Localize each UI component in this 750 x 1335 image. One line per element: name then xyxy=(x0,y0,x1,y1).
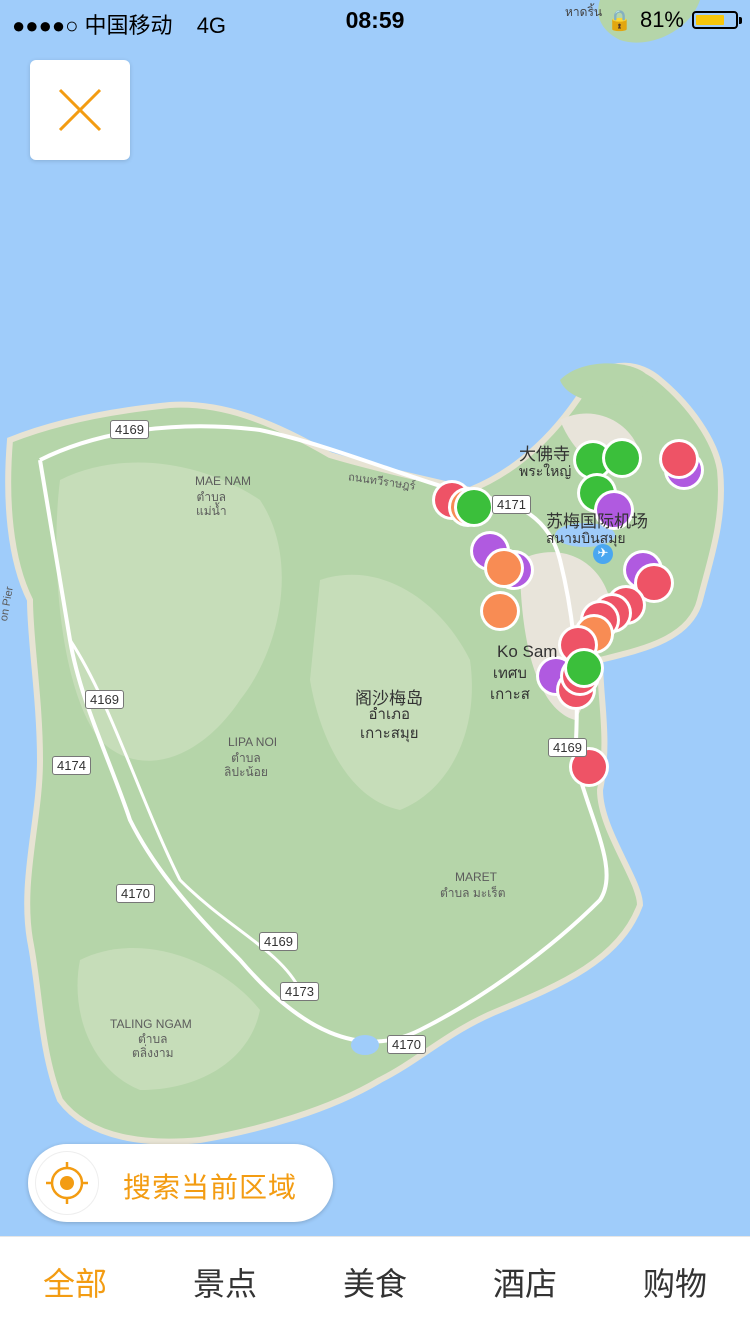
close-button[interactable] xyxy=(30,60,130,160)
status-bar: ●●●●○ 中国移动 4G 08:59 🔒 81% xyxy=(0,0,750,40)
tab-hotels[interactable]: 酒店 xyxy=(450,1237,600,1335)
island-north-cape xyxy=(560,363,651,405)
locate-button[interactable] xyxy=(36,1152,98,1214)
map-label-lipa-noi: LIPA NOI xyxy=(228,735,278,749)
road-badge: 4169 xyxy=(548,738,587,757)
search-current-area-label: 搜索当前区域 xyxy=(123,1171,298,1204)
map-view[interactable]: MAE NAM ตำบล แม่น้ำ 大佛寺 พระใหญ่ 苏梅国际机场 ส… xyxy=(0,0,750,1236)
map-label-lipa-noi-thai: ตำบล ลิปะน้อย xyxy=(224,751,268,779)
map-label-mae-nam: MAE NAM xyxy=(195,474,252,488)
status-bar-right: 🔒 81% xyxy=(607,7,742,33)
poi-marker-fill[interactable] xyxy=(605,441,639,475)
map-label-ko-samui-thai: เทศบ เกาะส xyxy=(490,665,530,703)
map-label-airport-thai: สนามบินสมุย xyxy=(546,530,626,546)
road-badge: 4171 xyxy=(492,495,531,514)
map-canvas[interactable] xyxy=(0,0,750,1236)
map-label-taling-ngam: TALING NGAM xyxy=(110,1017,192,1031)
tab-food[interactable]: 美食 xyxy=(300,1237,450,1335)
poi-marker-fill[interactable] xyxy=(662,442,696,476)
poi-marker-fill[interactable] xyxy=(483,594,517,628)
close-icon xyxy=(58,88,102,132)
map-label-big-buddha-thai: พระใหญ่ xyxy=(519,463,572,479)
lake xyxy=(351,1035,379,1055)
road-badge: 4170 xyxy=(387,1035,426,1054)
rotation-lock-icon: 🔒 xyxy=(607,9,632,32)
category-tab-bar: 全部 景点 美食 酒店 购物 xyxy=(0,1236,750,1335)
poi-marker-fill[interactable] xyxy=(487,551,521,585)
poi-marker-fill[interactable] xyxy=(567,651,601,685)
road-badge: 4169 xyxy=(259,932,298,951)
poi-marker-fill[interactable] xyxy=(457,490,491,524)
road-badge: 4173 xyxy=(280,982,319,1001)
airport-icon: ✈ xyxy=(593,544,613,564)
road-badge: 4174 xyxy=(52,756,91,775)
tab-attractions[interactable]: 景点 xyxy=(150,1237,300,1335)
map-label-maret-thai: ตำบล มะเร็ต xyxy=(440,886,506,900)
road-badge: 4169 xyxy=(85,690,124,709)
road-badge: 4169 xyxy=(110,420,149,439)
tab-shopping[interactable]: 购物 xyxy=(600,1237,750,1335)
map-label-taling-ngam-thai: ตำบล ตลิ่งงาม xyxy=(132,1032,174,1060)
battery-icon xyxy=(692,11,742,29)
map-label-mae-nam-thai: ตำบล แม่น้ำ xyxy=(196,490,227,518)
map-label-maret: MARET xyxy=(455,870,497,884)
map-label-ko-samui: Ko Sam xyxy=(497,642,558,661)
search-current-area-button[interactable]: 搜索当前区域 xyxy=(28,1144,333,1222)
road-badge: 4170 xyxy=(116,884,155,903)
map-label-district-thai: อำเภอ เกาะสมุย xyxy=(360,706,419,742)
tab-all[interactable]: 全部 xyxy=(0,1237,150,1335)
locate-icon xyxy=(46,1162,88,1204)
battery-percent: 81% xyxy=(639,7,684,32)
